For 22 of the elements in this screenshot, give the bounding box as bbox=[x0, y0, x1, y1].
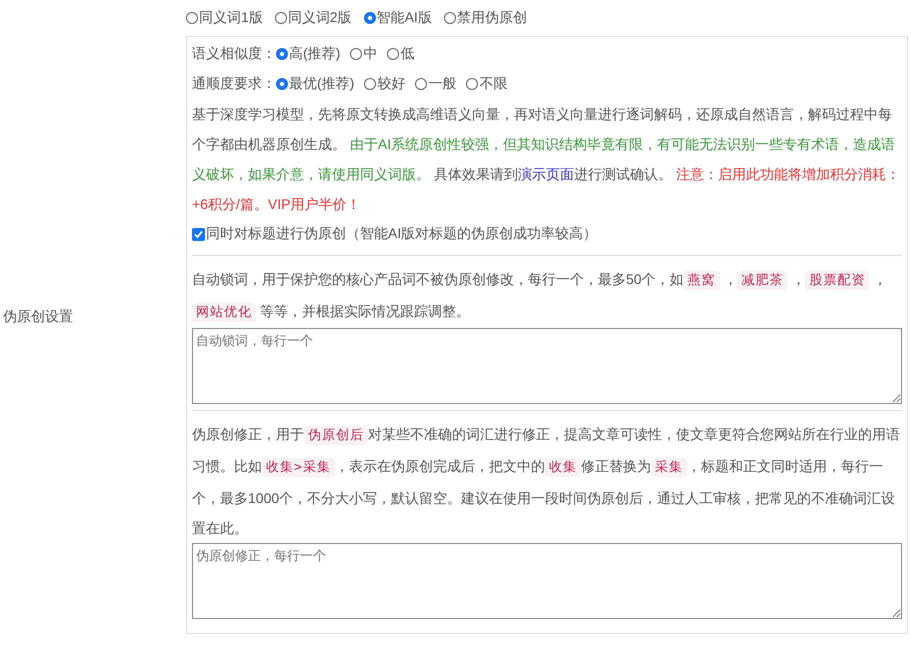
radio-option[interactable]: 同义词1版 bbox=[186, 9, 263, 27]
setting-label: 语义相似度： bbox=[192, 45, 276, 63]
section-label: 伪原创设置 bbox=[3, 308, 73, 326]
radio-option[interactable]: 智能AI版 bbox=[364, 9, 432, 27]
help-text: 伪原创修正，用于 伪原创后 对某些不准确的词汇进行修正，提高文章可读性，使文章更符合您网站所在行业的用语习惯。比如 收集>采集 ，表示在伪原创完成后，把文中的 收集 修正替换为 采集 ，标题和正文同时适用，每行一个，最多1000个，不分大小写，默认留空。建议在使用一段时间伪原创后，通过人工审核，把常见的不准确词汇设置在此。 bbox=[192, 425, 901, 538]
demo-link[interactable]: 演示页面 bbox=[518, 166, 574, 182]
setting-label: 通顺度要求： bbox=[192, 75, 276, 93]
text-area-field[interactable]: 伪原创修正，每行一个 bbox=[192, 543, 902, 619]
radio-option[interactable]: 低 bbox=[387, 45, 414, 63]
radio-option[interactable]: 中 bbox=[350, 45, 378, 63]
radio-option[interactable]: 同义词2版 bbox=[274, 9, 352, 27]
radio-option[interactable]: 不限 bbox=[466, 75, 508, 93]
radio-option[interactable]: 较好 bbox=[364, 75, 406, 93]
radio-option[interactable]: 禁用伪原创 bbox=[444, 9, 527, 27]
text-area-field[interactable]: 自动锁词，每行一个 bbox=[192, 328, 902, 404]
check-icon bbox=[194, 230, 203, 238]
description-text: 基于深度学习模型，先将原文转换成高维语义向量，再对语义向量进行逐词解码，还原成自然语言，解码过程中每个字都由机器原创生成。 由于AI系统原创性较强，但其知识结构毕竟有限，有可能无法识别一些专有术语，造成语义破坏，如果介意，请使用同义词版。 具体效果请到演示页面进行测试确认。 注意：启用此功能将增加积分消耗：+6积分/篇。VIP用户半价！ bbox=[192, 105, 901, 214]
radio-option[interactable]: 一般 bbox=[415, 75, 456, 93]
title-checkbox[interactable]: 同时对标题进行伪原创（智能AI版对标题的伪原创成功率较高） bbox=[192, 219, 902, 249]
help-text: 自动锁词，用于保护您的核心产品词不被伪原创修改，每行一个，最多50个，如 燕窝 ， 减肥茶 ， 股票配资 ， 网站优化 等等，并根据实际情况跟踪调整。 bbox=[192, 270, 888, 324]
radio-option[interactable]: 最优(推荐) bbox=[276, 75, 354, 93]
radio-option[interactable]: 高(推荐) bbox=[276, 45, 340, 63]
